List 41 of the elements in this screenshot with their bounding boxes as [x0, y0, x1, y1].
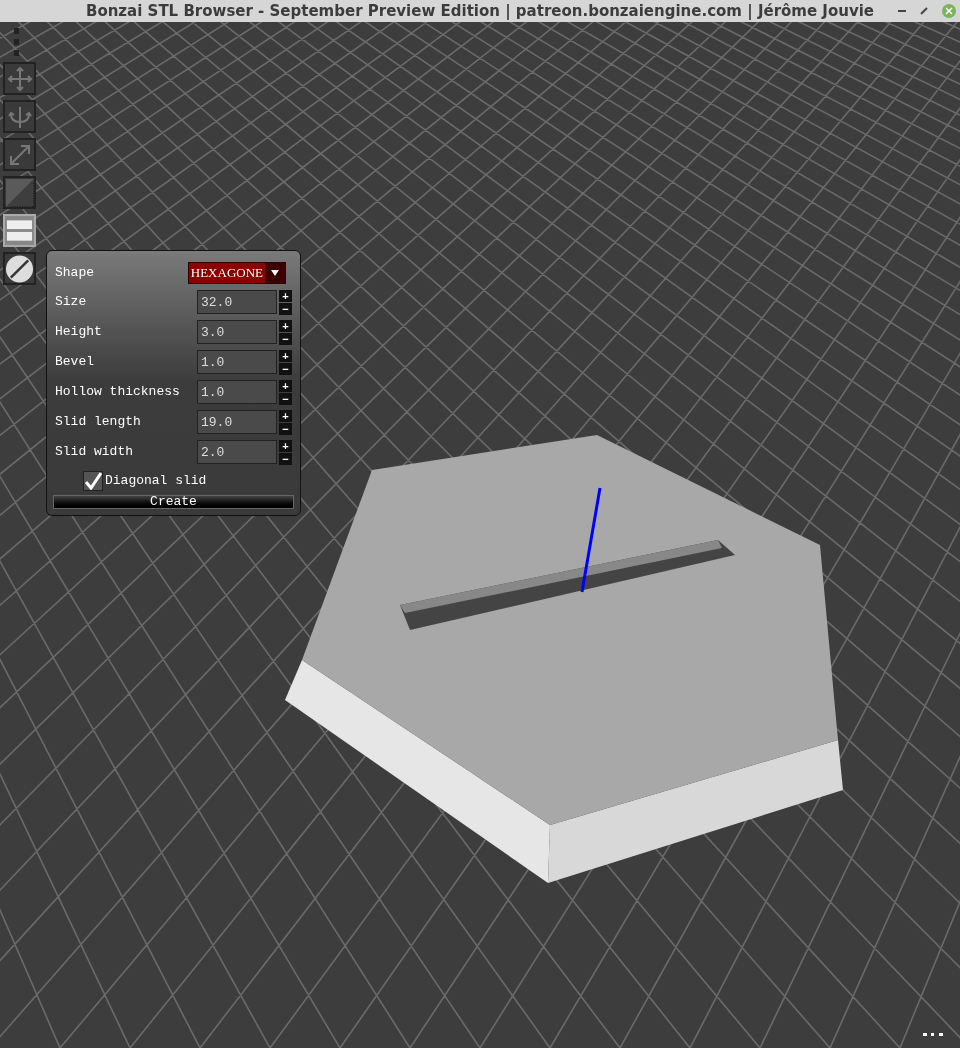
caret-icon	[265, 263, 285, 283]
field-label: Bevel	[55, 353, 95, 372]
checkmark-icon	[84, 472, 102, 490]
increment-button[interactable]: +	[279, 439, 292, 452]
field-label: Shape	[55, 264, 94, 283]
field-label: Height	[55, 323, 103, 342]
decrement-button[interactable]: −	[279, 452, 292, 465]
increment-button[interactable]: +	[279, 289, 292, 302]
number-field[interactable]: 1.0	[197, 350, 277, 374]
create-button[interactable]: Create	[53, 495, 294, 509]
number-field[interactable]: 2.0	[197, 440, 277, 464]
window-title: Bonzai STL Browser - September Preview Edition | patreon.bonzaiengine.com | Jérôme Jouvie	[85, 0, 875, 22]
checkbox[interactable]	[83, 471, 103, 491]
number-field[interactable]: 1.0	[197, 380, 277, 404]
decrement-button[interactable]: −	[279, 332, 292, 345]
increment-button[interactable]: +	[279, 409, 292, 422]
decrement-button[interactable]: −	[279, 392, 292, 405]
minimize-icon[interactable]	[898, 9, 906, 13]
increment-button[interactable]: +	[279, 319, 292, 332]
decrement-button[interactable]: −	[279, 302, 292, 315]
checkbox-label: Diagonal slid	[105, 472, 207, 491]
number-field[interactable]: 19.0	[197, 410, 277, 434]
field-label: Size	[55, 293, 88, 312]
field-label: Slid length	[55, 413, 142, 432]
tool-button[interactable]	[3, 252, 36, 285]
increment-button[interactable]: +	[279, 349, 292, 362]
more-icon[interactable]	[923, 1033, 943, 1036]
shape-dropdown[interactable]: HEXAGONE	[187, 262, 286, 284]
number-field[interactable]: 32.0	[197, 290, 277, 314]
decrement-button[interactable]: −	[279, 422, 292, 435]
triangle-square-icon	[5, 178, 34, 207]
maximize-icon[interactable]	[920, 7, 928, 15]
slashed-circle-icon	[5, 253, 34, 284]
decrement-button[interactable]: −	[279, 362, 292, 375]
increment-button[interactable]: +	[279, 379, 292, 392]
close-icon[interactable]	[942, 4, 956, 18]
number-field[interactable]: 3.0	[197, 320, 277, 344]
field-label: Slid width	[55, 443, 134, 462]
drag-handle-icon[interactable]	[14, 28, 19, 56]
move-arrows-icon	[6, 65, 33, 92]
field-label: Hollow thickness	[55, 383, 181, 402]
